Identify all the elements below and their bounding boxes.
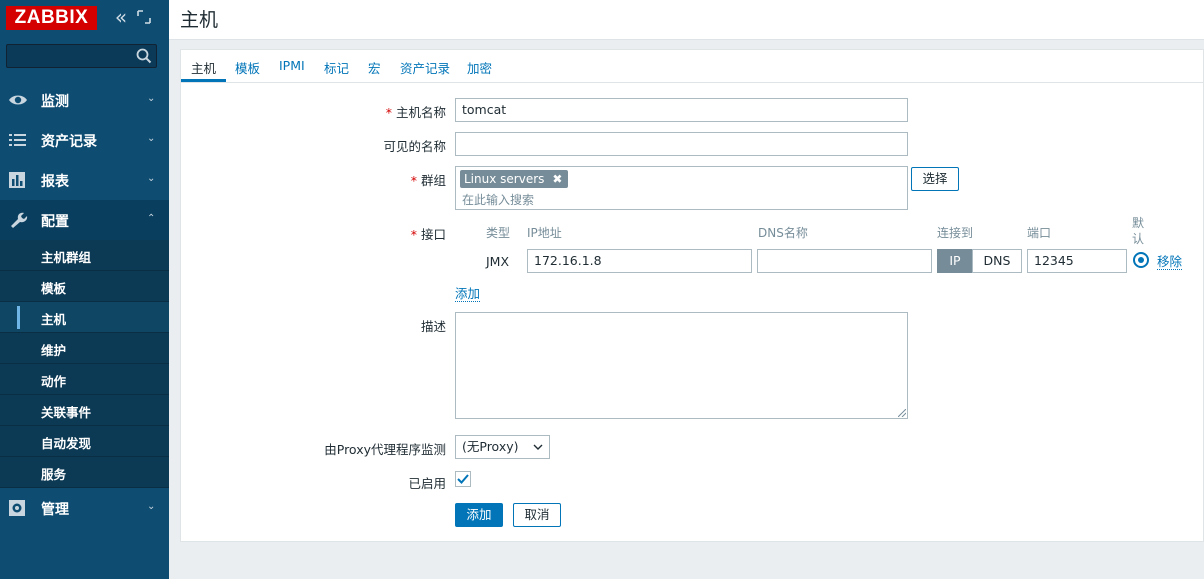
sidebar: ZABBIX « 监测 ⌄ 资产记录 ⌄ 报表 ⌄ 配置 ⌃ 主机群组 模板 主… xyxy=(0,0,169,579)
page-title: 主机 xyxy=(180,9,219,31)
page-header: 主机 xyxy=(169,0,1204,40)
menu-label-inventory: 资产记录 xyxy=(41,134,97,150)
kiosk-mode-icon[interactable] xyxy=(137,10,151,24)
bar-chart-icon xyxy=(9,172,25,188)
submenu-item-event-correlation[interactable]: 关联事件 xyxy=(0,395,169,426)
select-groups-button[interactable]: 选择 xyxy=(911,167,959,191)
group-tag: Linux servers ✖ xyxy=(460,170,569,188)
menu-label-administration: 管理 xyxy=(41,502,69,518)
submenu-item-discovery[interactable]: 自动发现 xyxy=(0,426,169,457)
active-tab-indicator xyxy=(181,79,226,82)
host-form: 主机 模板 IPMI 标记 宏 资产记录 加密 * 主机名称 tomcat 可见的… xyxy=(180,49,1204,542)
interface-header-connect: 连接到 xyxy=(937,226,974,240)
host-name-label: * 主机名称 xyxy=(385,105,446,120)
list-icon xyxy=(9,134,26,146)
eye-icon xyxy=(9,95,27,105)
configuration-submenu: 主机群组 模板 主机 维护 动作 关联事件 自动发现 服务 xyxy=(0,240,169,488)
submenu-item-host-groups[interactable]: 主机群组 xyxy=(0,240,169,271)
remove-tag-icon[interactable]: ✖ xyxy=(552,172,562,186)
tab-host[interactable]: 主机 xyxy=(191,58,216,77)
main-menu: 监测 ⌄ 资产记录 ⌄ 报表 ⌄ 配置 ⌃ 主机群组 模板 主机 维护 动作 关… xyxy=(0,80,169,528)
proxy-select[interactable]: (无Proxy) xyxy=(455,435,550,459)
interface-header-ip: IP地址 xyxy=(527,226,562,240)
resize-grip-icon[interactable] xyxy=(898,409,906,417)
interface-type: JMX xyxy=(486,254,510,269)
chevron-down-icon: ⌄ xyxy=(147,173,156,184)
cancel-button[interactable]: 取消 xyxy=(513,503,561,527)
menu-label-reports: 报表 xyxy=(41,174,69,190)
menu-item-reports[interactable]: 报表 ⌄ xyxy=(0,160,169,200)
enabled-checkbox[interactable] xyxy=(455,471,471,487)
menu-item-monitoring[interactable]: 监测 ⌄ xyxy=(0,80,169,120)
tab-ipmi[interactable]: IPMI xyxy=(279,58,305,73)
tab-bar: 主机 模板 IPMI 标记 宏 资产记录 加密 xyxy=(181,50,1204,83)
sidebar-search xyxy=(6,44,157,68)
logo-row: ZABBIX « xyxy=(0,0,169,38)
checkmark-icon xyxy=(457,474,469,484)
groups-multiselect[interactable]: Linux servers ✖ 在此输入搜索 xyxy=(455,166,908,210)
wrench-icon xyxy=(11,212,28,228)
interface-header-type: 类型 xyxy=(486,226,511,240)
submenu-item-templates[interactable]: 模板 xyxy=(0,271,169,302)
chevron-down-icon: ⌄ xyxy=(147,93,156,104)
chevron-down-icon: ⌄ xyxy=(147,133,156,144)
gear-icon xyxy=(9,500,25,516)
groups-search-placeholder[interactable]: 在此输入搜索 xyxy=(462,189,534,211)
interface-header-dns: DNS名称 xyxy=(758,226,808,240)
enabled-label: 已启用 xyxy=(408,476,446,491)
interface-port-input[interactable]: 12345 xyxy=(1027,249,1127,273)
chevron-up-icon: ⌃ xyxy=(147,213,156,224)
interfaces-label: * 接口 xyxy=(410,227,446,242)
default-interface-radio[interactable] xyxy=(1133,252,1149,268)
submenu-item-hosts[interactable]: 主机 xyxy=(0,302,169,333)
description-label: 描述 xyxy=(420,319,446,334)
sidebar-search-input[interactable] xyxy=(7,45,127,67)
submenu-item-services[interactable]: 服务 xyxy=(0,457,169,488)
interface-dns-input[interactable] xyxy=(757,249,932,273)
interface-ip-input[interactable]: 172.16.1.8 xyxy=(527,249,752,273)
chevron-down-icon: ⌄ xyxy=(147,501,156,512)
menu-item-administration[interactable]: 管理 ⌄ xyxy=(0,488,169,528)
add-button[interactable]: 添加 xyxy=(455,503,503,527)
interface-header-default: 默认 xyxy=(1132,216,1145,246)
connect-ip-button[interactable]: IP xyxy=(937,249,973,273)
tab-templates[interactable]: 模板 xyxy=(235,58,260,77)
chevron-down-icon xyxy=(533,444,543,450)
host-name-input[interactable]: tomcat xyxy=(455,98,908,122)
tab-tags[interactable]: 标记 xyxy=(324,58,349,77)
add-interface-link[interactable]: 添加 xyxy=(455,287,481,302)
menu-label-monitoring: 监测 xyxy=(41,94,69,110)
collapse-sidebar-icon[interactable]: « xyxy=(112,6,130,28)
description-textarea[interactable] xyxy=(455,312,908,419)
menu-item-inventory[interactable]: 资产记录 ⌄ xyxy=(0,120,169,160)
search-icon[interactable] xyxy=(136,48,152,64)
submenu-item-maintenance[interactable]: 维护 xyxy=(0,333,169,364)
zabbix-logo[interactable]: ZABBIX xyxy=(6,6,97,30)
groups-label: * 群组 xyxy=(410,173,446,188)
tab-encryption[interactable]: 加密 xyxy=(467,58,492,77)
connect-dns-button[interactable]: DNS xyxy=(972,249,1022,273)
menu-item-configuration[interactable]: 配置 ⌃ xyxy=(0,200,169,240)
visible-name-label: 可见的名称 xyxy=(383,139,446,154)
tab-inventory[interactable]: 资产记录 xyxy=(400,58,450,77)
interface-header-port: 端口 xyxy=(1027,226,1052,240)
menu-label-configuration: 配置 xyxy=(41,214,69,230)
tab-macros[interactable]: 宏 xyxy=(368,58,381,77)
remove-interface-link[interactable]: 移除 xyxy=(1157,255,1183,270)
submenu-item-actions[interactable]: 动作 xyxy=(0,364,169,395)
visible-name-input[interactable] xyxy=(455,132,908,156)
proxy-label: 由Proxy代理程序监测 xyxy=(324,442,446,457)
